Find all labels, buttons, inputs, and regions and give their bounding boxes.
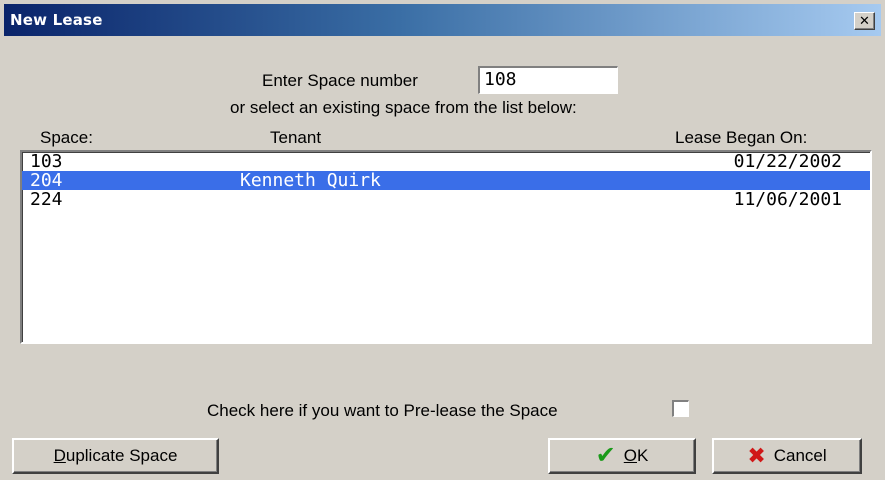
duplicate-mnemonic: D <box>53 446 66 465</box>
list-item[interactable]: 224 11/06/2001 <box>22 190 870 209</box>
cancel-button[interactable]: ✖ Cancel <box>712 438 862 474</box>
prelease-label: Check here if you want to Pre-lease the … <box>207 401 558 420</box>
space-list[interactable]: 103 01/22/2002 204 Kenneth Quirk 224 11/… <box>20 150 872 344</box>
prelease-checkbox[interactable] <box>672 400 689 417</box>
close-button[interactable]: ✕ <box>854 12 875 30</box>
new-lease-dialog: New Lease ✕ Enter Space number 108 or se… <box>0 0 885 480</box>
duplicate-space-button[interactable]: Duplicate Space <box>12 438 219 474</box>
check-icon: ✔ <box>595 442 616 469</box>
list-item[interactable]: 103 01/22/2002 <box>22 152 870 171</box>
duplicate-label: uplicate Space <box>65 446 178 465</box>
tenant-cell: Kenneth Quirk <box>240 170 381 191</box>
select-hint-label: or select an existing space from the lis… <box>230 98 577 117</box>
ok-button[interactable]: ✔ OK <box>548 438 696 474</box>
space-cell: 204 <box>30 170 63 191</box>
lease-date-cell: 11/06/2001 <box>733 189 842 210</box>
list-item-selected[interactable]: 204 Kenneth Quirk <box>22 171 870 190</box>
space-cell: 103 <box>30 151 63 172</box>
title-bar: New Lease ✕ <box>4 4 881 36</box>
cancel-label: Cancel <box>773 446 827 465</box>
close-icon: ✕ <box>859 13 870 28</box>
space-cell: 224 <box>30 189 63 210</box>
window-title: New Lease <box>10 11 103 29</box>
lease-began-column-header: Lease Began On: <box>675 128 808 147</box>
enter-space-label: Enter Space number <box>262 71 418 90</box>
ok-mnemonic: O <box>623 446 637 465</box>
tenant-column-header: Tenant <box>270 128 322 147</box>
x-icon: ✖ <box>747 443 766 468</box>
lease-date-cell: 01/22/2002 <box>733 151 842 172</box>
space-number-input[interactable]: 108 <box>478 66 618 94</box>
space-column-header: Space: <box>40 128 93 147</box>
ok-label: K <box>637 446 649 465</box>
